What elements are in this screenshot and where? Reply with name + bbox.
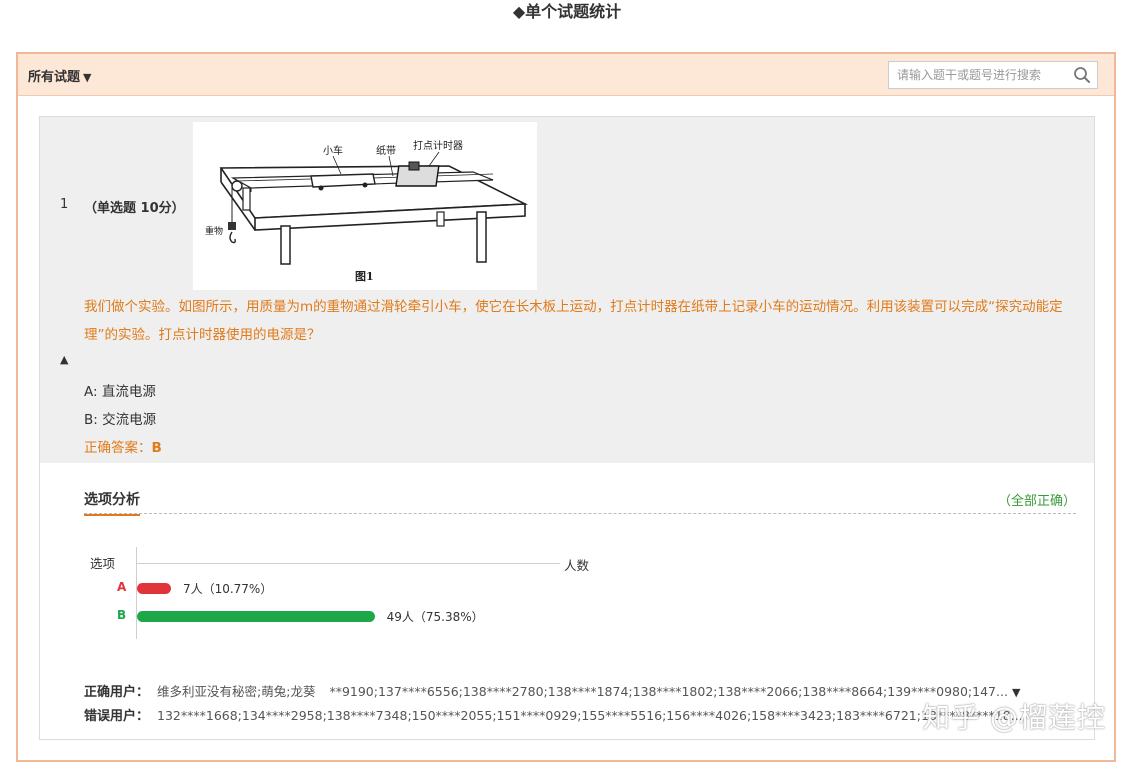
search-icon[interactable] [1073,66,1091,84]
option-key: B: [84,412,98,428]
option-key: A: [84,384,98,400]
correct-users-ids: **9190;137****6556;138****2780;138****18… [329,684,1008,699]
label-timer: 打点计时器 [413,139,463,152]
analysis-status: （全部正确） [997,494,1076,509]
label-weight: 重物 [205,225,223,237]
filter-label: 所有试题 [28,70,81,85]
figure-caption: 图1 [355,270,374,283]
wrong-users-label: 错误用户： [84,709,150,724]
panel-header: 所有试题 ▼ [18,54,1114,96]
bar-b [137,611,375,622]
question-text: 我们做个实验。如图所示，用质量为m的重物通过滑轮牵引小车，使它在长木板上运动，打… [84,299,1063,343]
collapse-toggle-icon[interactable]: ▲ [60,353,68,366]
bar-category-b: B [117,608,127,622]
question-card: 1 （单选题 10分） 小车 纸带 打点计时器 重物 图1 我们做个实验。如图所… [39,116,1095,740]
experiment-diagram: 小车 纸带 打点计时器 重物 图1 [205,139,529,283]
question-type: （单选题 10分） [84,201,185,216]
search-input[interactable] [889,62,1065,88]
bar-category-a: A [117,580,127,594]
answer-label: 正确答案： [84,440,152,456]
divider [84,513,1076,514]
option-b: B: 交流电源 [84,408,156,428]
bar-label-b: 49人（75.38%） [386,610,484,624]
wrong-users-ids: 132****1668;134****2958;138****7348;150*… [157,708,1023,723]
bar-label-a: 7人（10.77%） [182,582,273,596]
watermark: 知乎 @榴莲控 [922,701,1106,734]
caret-down-icon: ▼ [83,71,92,84]
label-cart: 小车 [323,144,343,157]
search-box [888,61,1098,89]
question-number: 1 [60,197,69,212]
answer-value: B [151,440,162,456]
analysis-title: 选项分析 [84,489,140,516]
option-text: 交流电源 [102,412,157,428]
option-a: A: 直流电源 [84,380,156,400]
x-axis-line [136,563,560,564]
axis-value-label: 人数 [564,558,590,573]
wrong-users-row: 错误用户： 132****1668;134****2958;138****7348… [84,705,1023,724]
question-body: 1 （单选题 10分） 小车 纸带 打点计时器 重物 图1 我们做个实验。如图所… [40,117,1094,463]
page-title: ◆单个试题统计 [512,2,622,21]
bar-a [137,583,171,594]
stats-panel: 所有试题▼ 1 （单选题 10分） [16,52,1116,762]
option-chart: 选项 人数 A 7人（10.77%） B 49人（75.38%） [84,545,604,645]
y-axis-line [136,547,137,639]
question-figure: 小车 纸带 打点计时器 重物 图1 [193,122,537,290]
option-text: 直流电源 [101,384,156,400]
correct-users-label: 正确用户： [84,685,150,700]
question-filter-dropdown[interactable]: 所有试题 ▼ [28,66,91,85]
correct-answer: 正确答案：B [84,436,162,456]
axis-category-label: 选项 [90,556,116,571]
correct-users-names: 维多利亚没有秘密;萌兔;龙葵 [157,684,316,699]
label-tape: 纸带 [376,144,396,157]
correct-users-row: 正确用户： 维多利亚没有秘密;萌兔;龙葵 **9190;137****6556;13… [84,681,1020,700]
